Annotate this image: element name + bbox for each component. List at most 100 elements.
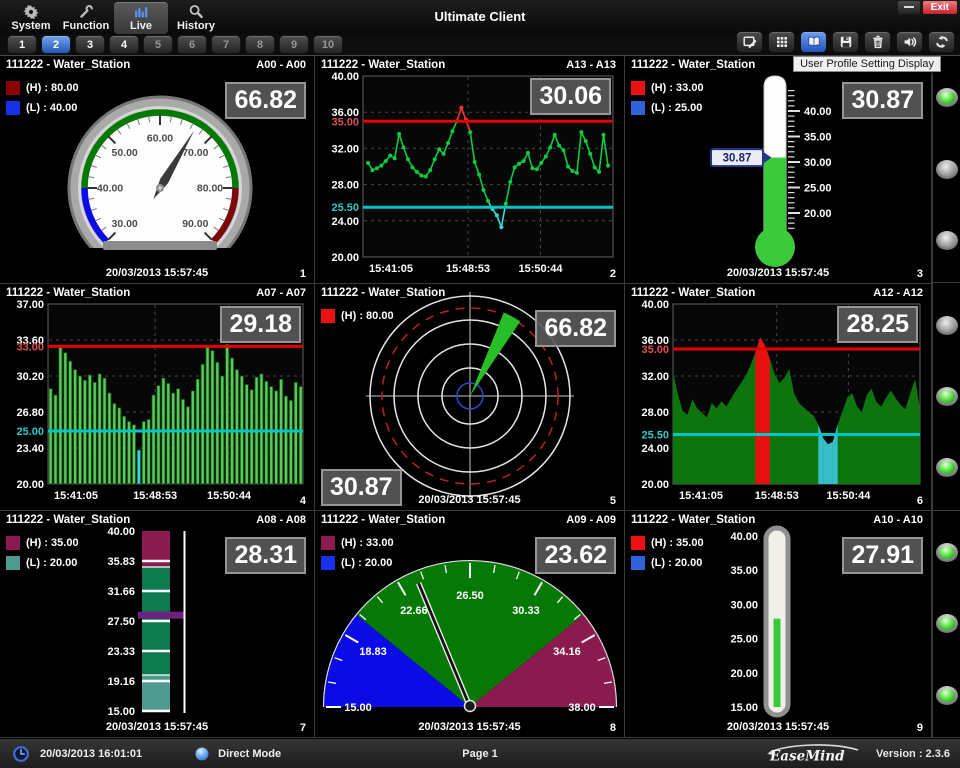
led-indicator-6[interactable] bbox=[936, 458, 958, 477]
refresh-button[interactable] bbox=[928, 31, 955, 53]
page-tab-7[interactable]: 7 bbox=[211, 35, 241, 54]
svg-text:15:50:44: 15:50:44 bbox=[207, 490, 252, 502]
page-tab-1[interactable]: 1 bbox=[7, 35, 37, 54]
dashboard-panel-8[interactable]: 15.0018.8322.6626.5030.3334.1638.00 1112… bbox=[315, 511, 625, 738]
panel-timestamp: 20/03/2013 15:57:45 bbox=[315, 721, 624, 733]
led-indicator-5[interactable] bbox=[936, 387, 958, 406]
panel-tag-label: A07 - A07 bbox=[256, 287, 306, 299]
tooltip: User Profile Setting Display bbox=[793, 56, 941, 72]
legend-item: (L) : 40.00 bbox=[6, 98, 79, 118]
panel-station-label: 111222 - Water_Station bbox=[631, 287, 755, 299]
panel-legend: (H) : 33.00 (L) : 25.00 bbox=[631, 78, 704, 118]
svg-text:40.00: 40.00 bbox=[804, 106, 832, 118]
svg-text:32.00: 32.00 bbox=[331, 143, 359, 155]
svg-text:35.00: 35.00 bbox=[331, 116, 359, 128]
led-indicator-9[interactable] bbox=[936, 686, 958, 705]
dashboard-panel-5[interactable]: 111222 - Water_Station (H) : 80.00 66.82… bbox=[315, 284, 625, 511]
panel-station-label: 111222 - Water_Station bbox=[321, 59, 445, 71]
page-tab-9[interactable]: 9 bbox=[279, 35, 309, 54]
legend-swatch bbox=[631, 101, 645, 115]
led-indicator-7[interactable] bbox=[936, 543, 958, 562]
dashboard-panel-6[interactable]: 40.0036.0032.0028.0024.0020.0035.0025.50… bbox=[625, 284, 932, 511]
panel-tag-label: A00 - A00 bbox=[256, 59, 306, 71]
svg-text:35.00: 35.00 bbox=[804, 132, 832, 144]
svg-text:15.00: 15.00 bbox=[107, 706, 135, 718]
led-indicator-2[interactable] bbox=[936, 160, 958, 179]
menu-function-button[interactable]: Function bbox=[59, 2, 113, 34]
svg-text:27.50: 27.50 bbox=[107, 616, 135, 628]
mode-sphere-icon bbox=[194, 746, 210, 762]
page-tab-10[interactable]: 10 bbox=[313, 35, 343, 54]
led-indicator-3[interactable] bbox=[936, 231, 958, 250]
panel-index: 5 bbox=[610, 495, 616, 507]
page-tab-4[interactable]: 4 bbox=[109, 35, 139, 54]
panel-index: 1 bbox=[300, 268, 306, 280]
dashboard-panel-1[interactable]: 30.0040.0050.0060.0070.0080.0090.00 1112… bbox=[0, 56, 315, 284]
panel-timestamp: 20/03/2013 15:57:45 bbox=[0, 267, 314, 279]
dashboard-panel-7[interactable]: 40.0035.8331.6627.5023.3319.1615.00 1112… bbox=[0, 511, 315, 738]
panel-station-label: 111222 - Water_Station bbox=[6, 514, 130, 526]
svg-text:25.00: 25.00 bbox=[16, 426, 44, 438]
svg-text:60.00: 60.00 bbox=[147, 133, 173, 145]
menu-live-button[interactable]: Live bbox=[114, 2, 168, 34]
page-tab-6[interactable]: 6 bbox=[177, 35, 207, 54]
led-indicator-4[interactable] bbox=[936, 316, 958, 335]
delete-button[interactable] bbox=[864, 31, 891, 53]
menu-system-button[interactable]: System bbox=[4, 2, 58, 34]
svg-text:25.00: 25.00 bbox=[730, 634, 758, 646]
dashboard-panel-4[interactable]: 37.0033.6030.2026.8023.4020.0033.0025.00… bbox=[0, 284, 315, 511]
page-tab-5[interactable]: 5 bbox=[143, 35, 173, 54]
led-column bbox=[932, 56, 960, 738]
led-indicator-8[interactable] bbox=[936, 614, 958, 633]
minimize-button[interactable] bbox=[898, 1, 920, 14]
menu-system-label: System bbox=[11, 20, 50, 33]
exit-button[interactable]: Exit bbox=[923, 1, 957, 14]
svg-text:15:50:44: 15:50:44 bbox=[518, 263, 563, 275]
svg-text:40.00: 40.00 bbox=[331, 71, 359, 83]
led-indicator-1[interactable] bbox=[936, 88, 958, 107]
legend-swatch bbox=[6, 536, 20, 550]
gear-icon bbox=[23, 4, 39, 20]
svg-text:23.40: 23.40 bbox=[16, 443, 44, 455]
svg-text:15:48:53: 15:48:53 bbox=[755, 490, 799, 502]
panel-legend: (H) : 80.00 bbox=[321, 306, 394, 326]
svg-text:15:48:53: 15:48:53 bbox=[133, 490, 177, 502]
page-tab-3[interactable]: 3 bbox=[75, 35, 105, 54]
svg-text:70.00: 70.00 bbox=[182, 147, 208, 159]
legend-label: (H) : 80.00 bbox=[26, 82, 79, 94]
legend-item: (H) : 33.00 bbox=[631, 78, 704, 98]
svg-text:30.00: 30.00 bbox=[804, 157, 832, 169]
page-tab-8[interactable]: 8 bbox=[245, 35, 275, 54]
panel-index: 3 bbox=[917, 268, 923, 280]
svg-text:31.66: 31.66 bbox=[107, 586, 135, 598]
legend-item: (H) : 35.00 bbox=[6, 533, 79, 553]
page-tab-2[interactable]: 2 bbox=[41, 35, 71, 54]
svg-text:40.00: 40.00 bbox=[97, 183, 123, 195]
legend-item: (L) : 20.00 bbox=[6, 553, 79, 573]
svg-text:40.00: 40.00 bbox=[641, 299, 669, 311]
legend-label: (L) : 20.00 bbox=[651, 557, 702, 569]
dashboard-panel-2[interactable]: 40.0036.0032.0028.0024.0020.0035.0025.50… bbox=[315, 56, 625, 284]
value-display: 30.06 bbox=[530, 78, 611, 115]
menu-history-button[interactable]: History bbox=[169, 2, 223, 34]
value-display: 29.18 bbox=[220, 306, 301, 343]
dashboard-panel-3[interactable]: 40.0035.0030.0025.0020.0030.87 111222 - … bbox=[625, 56, 932, 284]
value-display: 66.82 bbox=[225, 82, 306, 119]
legend-label: (L) : 20.00 bbox=[26, 557, 77, 569]
user-profile-button[interactable] bbox=[800, 31, 827, 53]
save-icon bbox=[838, 34, 854, 50]
svg-text:40.00: 40.00 bbox=[107, 526, 135, 538]
version-label: Version : 2.3.6 bbox=[876, 748, 950, 760]
edit-display-button[interactable] bbox=[736, 31, 763, 53]
svg-text:33.00: 33.00 bbox=[16, 341, 44, 353]
dashboard-panel-9[interactable]: 40.0035.0030.0025.0020.0015.00 111222 - … bbox=[625, 511, 932, 738]
sound-button[interactable] bbox=[896, 31, 923, 53]
save-button[interactable] bbox=[832, 31, 859, 53]
svg-text:25.50: 25.50 bbox=[641, 430, 669, 442]
panel-legend: (H) : 33.00(L) : 20.00 bbox=[321, 533, 394, 573]
main-menu: System Function Live History bbox=[0, 2, 224, 34]
legend-label: (L) : 25.00 bbox=[651, 102, 702, 114]
legend-item: (L) : 25.00 bbox=[631, 98, 704, 118]
svg-text:22.66: 22.66 bbox=[400, 605, 428, 617]
grid-layout-button[interactable] bbox=[768, 31, 795, 53]
